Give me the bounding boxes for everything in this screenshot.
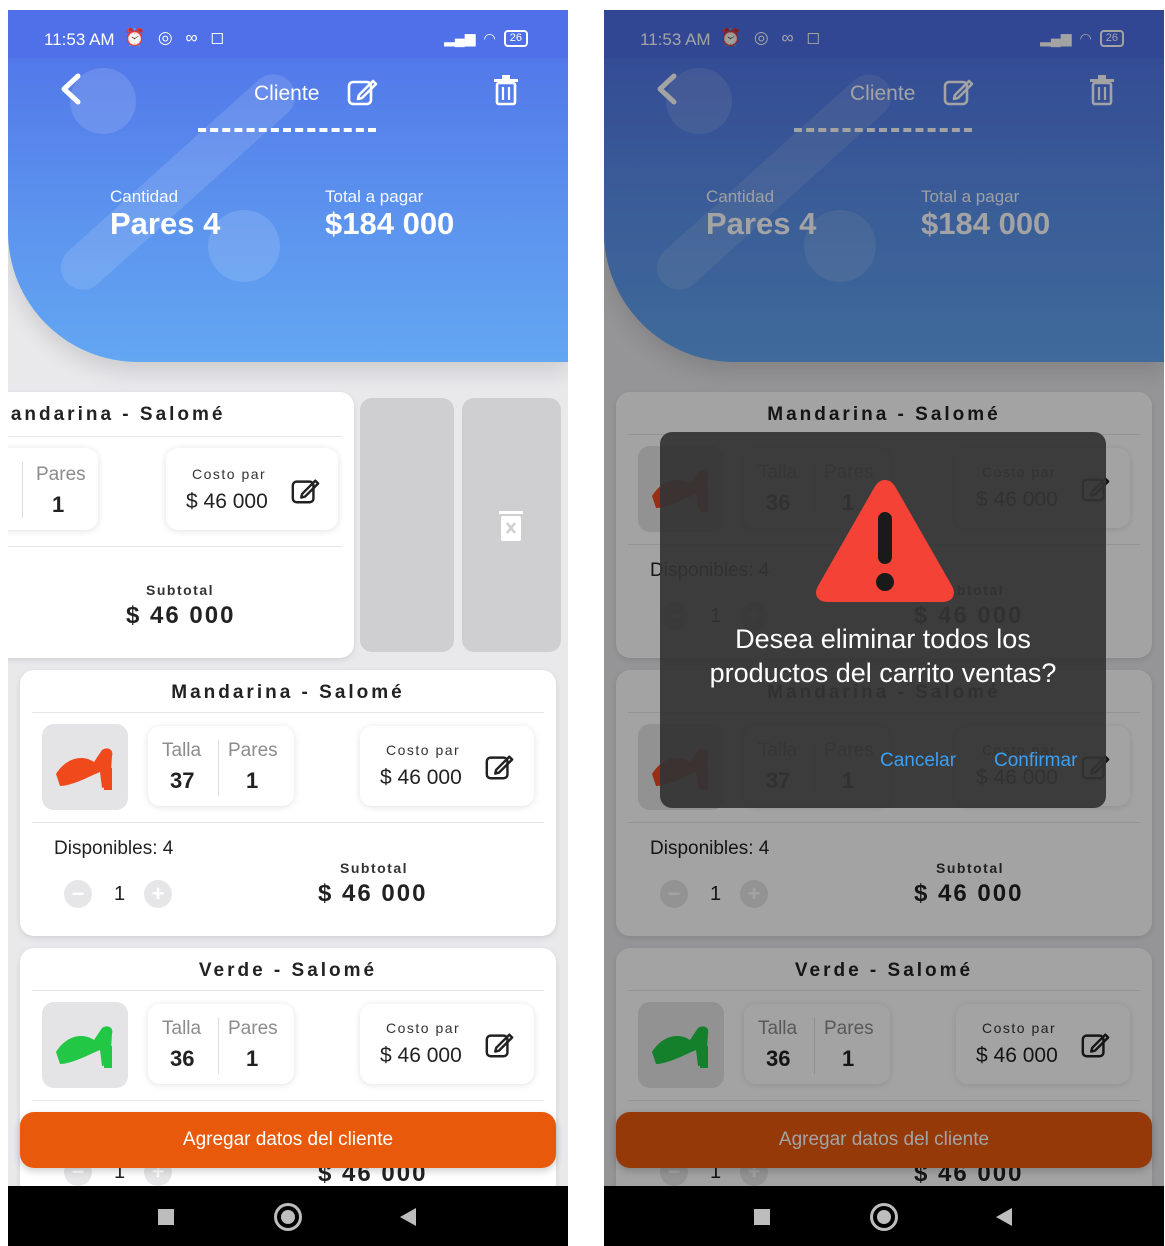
signal-icon: ▂▄▆ <box>444 30 476 46</box>
quantity-label: Cantidad <box>110 187 179 206</box>
increment-button[interactable]: + <box>144 880 172 908</box>
size-label: Talla <box>162 740 202 761</box>
client-label: Cliente <box>254 82 320 105</box>
edit-cost-icon[interactable] <box>484 1030 514 1060</box>
recents-icon[interactable] <box>754 1209 770 1225</box>
back-arrow-icon[interactable] <box>56 72 86 106</box>
pairs-value: 1 <box>52 492 65 517</box>
divider <box>32 822 544 823</box>
subtotal-value: $ 46 000 <box>126 602 236 629</box>
size-label: Talla <box>162 1018 202 1039</box>
size-value: 37 <box>170 768 195 793</box>
shoe-icon <box>56 748 113 790</box>
product-image <box>42 724 128 810</box>
pairs-value: 1 <box>246 1046 259 1071</box>
cost-value: $ 46 000 <box>186 490 268 513</box>
product-title: Verde - Salomé <box>198 960 378 981</box>
pairs-label: Pares <box>228 1018 278 1039</box>
status-bar: 11:53 AM ⏰ ◎ ∞ ◻ ▂▄▆ ◠ 26 <box>8 10 568 58</box>
confirm-button[interactable]: Confirmar <box>994 750 1077 772</box>
product-title: Mandarina - Salomé <box>8 404 226 425</box>
available-label: Disponibles: 4 <box>54 838 174 859</box>
shoe-heel <box>104 1046 112 1068</box>
cost-label: Costo par <box>386 1020 461 1036</box>
cost-value: $ 46 000 <box>380 1044 462 1067</box>
screen-delete-confirm: 11:53 AM ⏰ ◎ ∞ ◻ ▂▄▆ ◠ 26 Cliente Cantid… <box>604 10 1164 1246</box>
size-pairs-box: Pares 1 <box>8 448 98 530</box>
delete-all-icon[interactable] <box>492 74 520 106</box>
divider <box>32 990 544 991</box>
status-time: 11:53 AM <box>44 30 115 49</box>
divider <box>8 546 342 547</box>
edit-cost-icon[interactable] <box>290 476 320 506</box>
wifi-icon: ◠ <box>483 30 496 46</box>
pairs-label: Pares <box>228 740 278 761</box>
divider <box>32 1100 544 1101</box>
size-value: 36 <box>170 1046 195 1071</box>
home-icon[interactable] <box>870 1203 898 1231</box>
subtotal-label: Subtotal <box>146 582 214 598</box>
divider <box>8 436 342 437</box>
cancel-button[interactable]: Cancelar <box>880 750 956 772</box>
product-image <box>42 1002 128 1088</box>
product-title: Mandarina - Salomé <box>171 682 405 703</box>
confirm-delete-dialog: Desea eliminar todos los productos del c… <box>660 432 1106 808</box>
decrement-button[interactable]: − <box>64 880 92 908</box>
back-icon[interactable] <box>400 1208 416 1226</box>
available-value: 4 <box>162 838 174 859</box>
client-name-placeholder <box>198 128 376 132</box>
subtotal-label: Subtotal <box>340 860 408 876</box>
android-nav-bar <box>8 1186 568 1246</box>
divider <box>22 462 23 518</box>
product-card[interactable]: Mandarina - Salomé Talla 37 Pares 1 Cost… <box>20 670 556 936</box>
screen-cart: 11:53 AM ⏰ ◎ ∞ ◻ ▂▄▆ ◠ 26 Cliente Cantid… <box>8 10 568 1246</box>
cost-label: Costo par <box>192 466 267 482</box>
shoe-shape <box>56 1026 113 1066</box>
total-value: $184 000 <box>325 206 455 241</box>
edit-client-icon[interactable] <box>346 76 378 108</box>
cart-header: Cliente Cantidad Pares 4 Total a pagar $… <box>8 10 568 362</box>
subtotal-value: $ 46 000 <box>318 880 428 907</box>
add-client-data-button[interactable]: Agregar datos del cliente <box>20 1112 556 1168</box>
divider <box>32 712 544 713</box>
cost-label: Costo par <box>386 742 461 758</box>
cost-box: Costo par $ 46 000 <box>360 1004 534 1084</box>
size-pairs-box: Talla 36 Pares 1 <box>148 1004 294 1084</box>
swipe-delete-action[interactable] <box>462 398 561 652</box>
divider <box>218 740 219 796</box>
shoe-heel <box>104 768 112 790</box>
home-icon[interactable] <box>274 1203 302 1231</box>
back-icon[interactable] <box>996 1208 1012 1226</box>
dialog-message: Desea eliminar todos los productos del c… <box>709 624 1057 688</box>
total-label: Total a pagar <box>325 187 424 206</box>
notification-icons: ⏰ ◎ ∞ ◻ <box>124 28 229 47</box>
cost-box: Costo par $ 46 000 <box>166 448 338 530</box>
size-pairs-box: Talla 37 Pares 1 <box>148 726 294 806</box>
system-icons: ▂▄▆ ◠ 26 <box>444 30 528 47</box>
cost-value: $ 46 000 <box>380 766 462 789</box>
edit-cost-icon[interactable] <box>484 752 514 782</box>
product-card[interactable]: Mandarina - Salomé Pares 1 Costo par $ 4… <box>8 392 354 658</box>
android-nav-bar <box>604 1186 1164 1246</box>
cost-box: Costo par $ 46 000 <box>360 726 534 806</box>
warning-icon <box>816 480 954 602</box>
quantity-value: 1 <box>114 883 126 905</box>
shoe-shape <box>56 748 113 788</box>
divider <box>218 1018 219 1074</box>
quantity-value: Pares 4 <box>110 206 221 241</box>
shoe-icon <box>56 1026 113 1068</box>
battery-icon: 26 <box>503 30 528 47</box>
swipe-action-panel[interactable] <box>360 398 454 652</box>
product-card[interactable]: Verde - Salomé Talla 36 Pares 1 Costo pa… <box>20 948 556 1214</box>
recents-icon[interactable] <box>158 1209 174 1225</box>
delete-product-icon[interactable] <box>498 508 524 542</box>
pairs-value: 1 <box>246 768 259 793</box>
pairs-label: Pares <box>36 464 86 485</box>
